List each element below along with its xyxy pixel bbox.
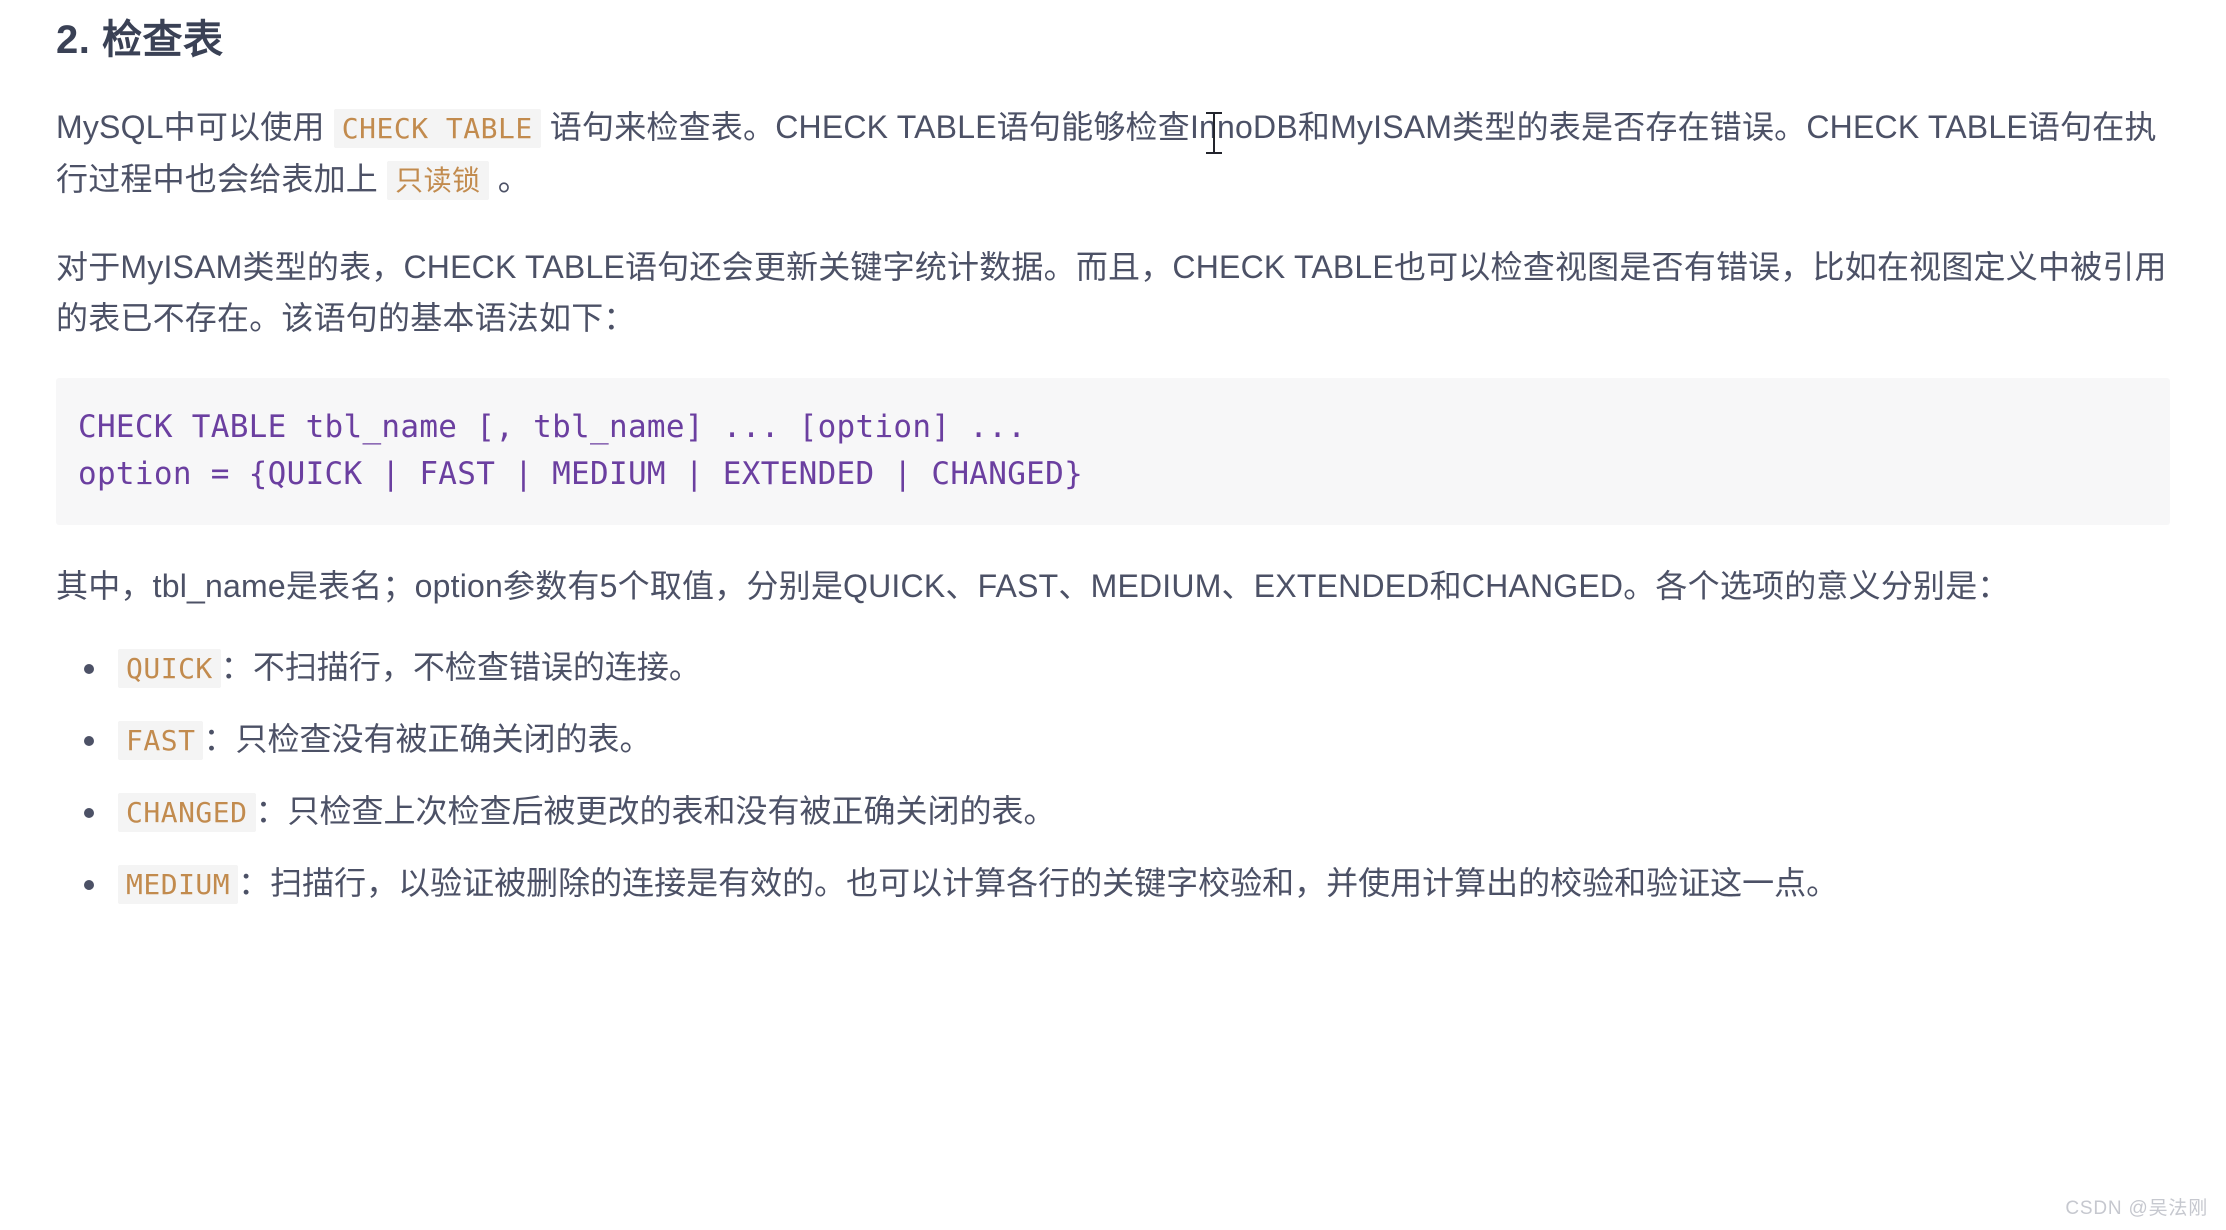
paragraph-myisam: 对于MyISAM类型的表，CHECK TABLE语句还会更新关键字统计数据。而且…	[56, 248, 2167, 337]
list-item: FAST ：只检查没有被正确关闭的表。	[84, 714, 2170, 766]
inline-code-check-table: CHECK TABLE	[333, 109, 541, 148]
option-list: QUICK ：不扫描行，不检查错误的连接。 FAST ：只检查没有被正确关闭的表。 …	[56, 642, 2170, 909]
inline-code-option: QUICK	[118, 649, 221, 689]
document-content: 2. 检查表 MySQL中可以使用 CHECK TABLE 语句来检查表。CHE…	[0, 0, 2226, 910]
code-line-1: CHECK TABLE tbl_name [, tbl_name] ... [o…	[78, 409, 1027, 446]
option-separator: ：	[220, 649, 253, 686]
list-item: QUICK ：不扫描行，不检查错误的连接。	[84, 642, 2170, 694]
document-page: 2. 检查表 MySQL中可以使用 CHECK TABLE 语句来检查表。CHE…	[0, 0, 2226, 1230]
option-separator: ：	[203, 721, 236, 758]
inline-code-option: MEDIUM	[118, 864, 239, 904]
code-block-syntax: CHECK TABLE tbl_name [, tbl_name] ... [o…	[56, 378, 2170, 525]
list-item: CHANGED ：只检查上次检查后被更改的表和没有被正确关闭的表。	[84, 786, 2170, 838]
inline-code-read-lock: 只读锁	[387, 160, 489, 200]
inline-code-option: CHANGED	[118, 793, 256, 833]
page-title: 2. 检查表	[56, 18, 224, 62]
option-description: 只检查没有被正确关闭的表。	[235, 721, 652, 758]
paragraph-intro-text-after: 。	[488, 160, 530, 197]
option-description: 只检查上次检查后被更改的表和没有被正确关闭的表。	[287, 793, 1056, 830]
text-cursor-icon	[1206, 112, 1222, 154]
paragraph-intro: MySQL中可以使用 CHECK TABLE 语句来检查表。CHECK TABL…	[56, 102, 2170, 206]
list-item: MEDIUM ：扫描行，以验证被删除的连接是有效的。也可以计算各行的关键字校验和，…	[84, 858, 2170, 910]
option-description: 不扫描行，不检查错误的连接。	[252, 649, 701, 686]
paragraph-intro-text-before: MySQL中可以使用	[56, 109, 334, 145]
inline-code-option: FAST	[118, 721, 204, 761]
paragraph-options-intro: 其中，tbl_name是表名；option参数有5个取值，分别是QUICK、FA…	[56, 567, 2010, 604]
option-separator: ：	[255, 793, 288, 830]
code-line-2: option = {QUICK | FAST | MEDIUM | EXTEND…	[78, 456, 1084, 493]
csdn-watermark: CSDN @吴法刚	[2065, 1198, 2208, 1219]
option-description: 扫描行，以验证被删除的连接是有效的。也可以计算各行的关键字校验和，并使用计算出的…	[270, 864, 1839, 901]
option-separator: ：	[238, 864, 271, 901]
